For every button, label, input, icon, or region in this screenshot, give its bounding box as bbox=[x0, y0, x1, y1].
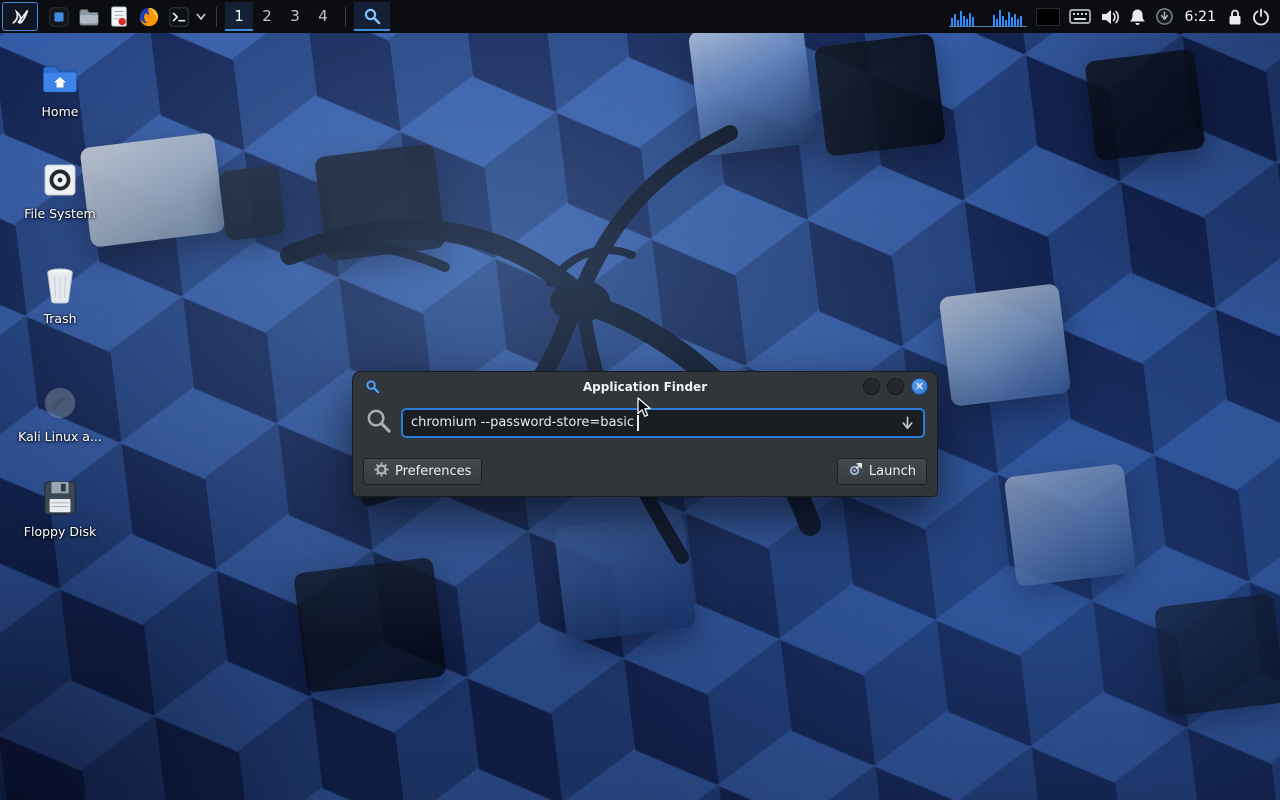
lock-screen-icon[interactable] bbox=[1227, 8, 1243, 26]
taskbar-application-finder-button[interactable] bbox=[354, 2, 390, 31]
panel-separator bbox=[345, 7, 346, 27]
search-input[interactable]: chromium --password-store=basic bbox=[401, 408, 925, 438]
preferences-button-label: Preferences bbox=[395, 464, 471, 479]
launcher-text-editor[interactable] bbox=[104, 2, 134, 32]
logout-power-icon[interactable] bbox=[1252, 8, 1270, 26]
top-panel: 1 2 3 4 bbox=[0, 0, 1280, 33]
launcher-terminal[interactable] bbox=[164, 2, 194, 32]
panel-clock[interactable]: 6:21 bbox=[1183, 9, 1218, 25]
desktop-icon-trash[interactable]: Trash bbox=[12, 265, 108, 326]
application-finder-task-icon bbox=[363, 7, 381, 25]
launch-button-label: Launch bbox=[869, 464, 916, 479]
desktop-icon-home[interactable]: Home bbox=[12, 58, 108, 119]
search-icon bbox=[365, 407, 392, 438]
panel-separator bbox=[216, 7, 217, 27]
mouse-cursor bbox=[637, 397, 652, 422]
workspace-button-3[interactable]: 3 bbox=[281, 2, 309, 31]
close-button[interactable]: ✕ bbox=[911, 378, 928, 395]
terminal-dropdown-chevron-icon[interactable] bbox=[194, 2, 208, 32]
gear-icon bbox=[374, 462, 389, 481]
kali-menu-icon bbox=[10, 7, 30, 27]
launcher-firefox[interactable] bbox=[134, 2, 164, 32]
desktop-icon-label: Home bbox=[42, 104, 79, 119]
hard-disk-icon bbox=[40, 160, 80, 200]
trash-icon bbox=[40, 265, 80, 305]
workspace-button-1[interactable]: 1 bbox=[225, 2, 253, 31]
desktop-icon-floppy-disk[interactable]: Floppy Disk bbox=[12, 478, 108, 539]
desktop-icon-kali-docs[interactable]: Kali Linux a... bbox=[12, 383, 108, 444]
desktop-icon-file-system[interactable]: File System bbox=[12, 160, 108, 221]
desktop-icon-label: Kali Linux a... bbox=[18, 429, 102, 444]
home-folder-icon bbox=[40, 58, 80, 98]
preferences-button[interactable]: Preferences bbox=[363, 458, 482, 485]
power-manager-icon[interactable] bbox=[1155, 7, 1174, 26]
notifications-bell-icon[interactable] bbox=[1129, 8, 1146, 26]
desktop-icon-label: File System bbox=[24, 206, 96, 221]
desktop-icon-label: Trash bbox=[43, 311, 76, 326]
desktop-icon-label: Floppy Disk bbox=[24, 524, 96, 539]
minimize-button[interactable] bbox=[863, 378, 880, 395]
launch-button[interactable]: Launch bbox=[837, 458, 927, 485]
history-dropdown-arrow-icon[interactable] bbox=[900, 415, 915, 431]
cpu-monitor[interactable] bbox=[1036, 8, 1060, 26]
keyboard-icon[interactable] bbox=[1069, 9, 1091, 24]
launcher-kex[interactable] bbox=[44, 2, 74, 32]
window-title: Application Finder bbox=[353, 380, 937, 394]
kali-docs-icon bbox=[40, 383, 80, 423]
floppy-disk-icon bbox=[40, 478, 80, 518]
launcher-file-manager[interactable] bbox=[74, 2, 104, 32]
launch-icon bbox=[848, 462, 863, 481]
network-monitor-graph[interactable] bbox=[949, 6, 1027, 28]
applications-menu-button[interactable] bbox=[2, 2, 38, 31]
workspace-button-4[interactable]: 4 bbox=[309, 2, 337, 31]
workspace-button-2[interactable]: 2 bbox=[253, 2, 281, 31]
search-input-value: chromium --password-store=basic bbox=[411, 415, 634, 430]
volume-icon[interactable] bbox=[1100, 8, 1120, 26]
application-finder-window: Application Finder ✕ chromium --password… bbox=[352, 371, 938, 497]
maximize-button[interactable] bbox=[887, 378, 904, 395]
